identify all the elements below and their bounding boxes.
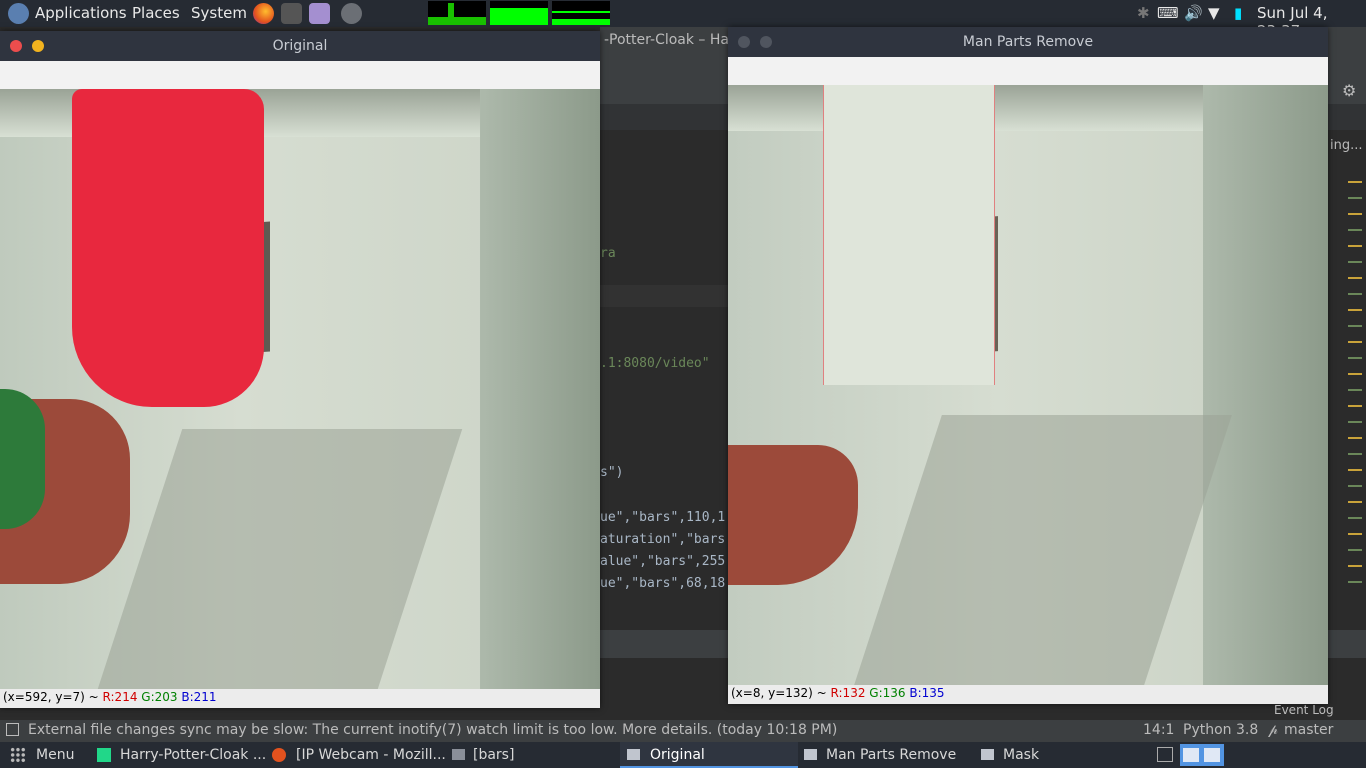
blue-value: B:135 xyxy=(909,686,945,700)
ide-scroll-markers xyxy=(1348,167,1362,587)
remove-pixel-status: (x=8, y=132) ~ R:132 G:136 B:135 xyxy=(728,685,1328,704)
arm xyxy=(728,445,858,585)
original-window: Original (x=592, y=7) ~ R:214 G:203 B:21… xyxy=(0,31,600,708)
code-line: ue","bars",110,1 xyxy=(600,510,726,525)
distro-logo-icon[interactable] xyxy=(8,3,29,24)
task-mask[interactable]: Mask xyxy=(1003,742,1039,768)
text-editor-icon[interactable] xyxy=(309,3,330,24)
top-panel: Applications Places System ✱ ⌨ 🔊 ▼ ▮ Sun… xyxy=(0,0,1366,40)
menu-button[interactable]: Menu xyxy=(36,742,74,768)
terminal-icon[interactable] xyxy=(281,3,302,24)
wifi-icon[interactable]: ▼ xyxy=(1208,4,1220,22)
minimize-button[interactable] xyxy=(32,40,44,52)
cpu-monitor-graph xyxy=(428,1,486,25)
green-value: G:136 xyxy=(869,686,906,700)
battery-icon[interactable]: ▮ xyxy=(1234,4,1242,22)
task-firefox[interactable]: [IP Webcam - Mozill... xyxy=(296,742,446,768)
close-button[interactable] xyxy=(10,40,22,52)
red-value: R:214 xyxy=(102,690,138,704)
code-line: aturation","bars xyxy=(600,532,726,547)
blue-value: B:211 xyxy=(181,690,217,704)
menu-grid-icon[interactable] xyxy=(10,747,26,763)
code-line: ue","bars",68,18 xyxy=(600,576,726,591)
close-button[interactable] xyxy=(738,36,750,48)
remove-camera-frame xyxy=(728,85,1328,685)
memory-monitor-graph xyxy=(490,1,548,25)
firefox-icon[interactable] xyxy=(253,3,274,24)
bluetooth-icon[interactable]: ✱ xyxy=(1137,4,1150,22)
task-man-parts-remove[interactable]: Man Parts Remove xyxy=(826,742,956,768)
pycharm-icon xyxy=(97,748,111,762)
event-log-label[interactable]: Event Log xyxy=(1274,703,1334,717)
branch-label[interactable]: master xyxy=(1284,722,1333,738)
red-value: R:132 xyxy=(830,686,866,700)
applications-menu[interactable]: Applications xyxy=(35,4,127,22)
interpreter-label[interactable]: Python 3.8 xyxy=(1183,722,1258,738)
pixel-coords: (x=8, y=132) ~ xyxy=(731,686,827,700)
settings-icon[interactable] xyxy=(341,3,362,24)
network-monitor-graph xyxy=(552,1,610,25)
system-menu[interactable]: System xyxy=(191,4,247,22)
remove-titlebar[interactable]: Man Parts Remove xyxy=(728,27,1328,57)
window-title: Original xyxy=(272,38,328,54)
firefox-task-icon xyxy=(272,748,286,762)
ide-title: -Potter-Cloak – Har xyxy=(604,32,735,48)
ide-status-bar: External file changes sync may be slow: … xyxy=(0,703,1366,742)
pixel-coords: (x=592, y=7) ~ xyxy=(3,690,99,704)
window-icon xyxy=(804,749,817,760)
green-sleeve xyxy=(0,389,45,529)
code-line: alue","bars",255 xyxy=(600,554,726,569)
window-icon xyxy=(627,749,640,760)
workspace-switcher[interactable] xyxy=(1180,744,1224,766)
man-parts-remove-window: Man Parts Remove (x=8, y=132) ~ R:132 G:… xyxy=(728,27,1328,704)
floor-shadow xyxy=(854,415,1232,685)
window-icon xyxy=(981,749,994,760)
volume-icon[interactable]: 🔊 xyxy=(1184,4,1203,22)
cursor-position[interactable]: 14:1 xyxy=(1143,722,1174,738)
floor-shadow xyxy=(97,429,463,689)
code-line: s") xyxy=(600,465,624,480)
branch-icon: 𝓅 xyxy=(1268,722,1278,738)
remove-toolbar xyxy=(728,57,1328,85)
right-wall xyxy=(480,89,600,689)
task-pycharm[interactable]: Harry-Potter-Cloak ... xyxy=(120,742,266,768)
task-bars[interactable]: [bars] xyxy=(473,742,514,768)
original-pixel-status: (x=592, y=7) ~ R:214 G:203 B:211 xyxy=(0,689,600,708)
keyboard-icon[interactable]: ⌨ xyxy=(1157,4,1179,22)
taskbar: Menu Harry-Potter-Cloak ... [IP Webcam -… xyxy=(0,742,1366,768)
task-original[interactable]: Original xyxy=(650,742,705,768)
code-line: ra xyxy=(600,246,616,261)
window-icon xyxy=(452,749,465,760)
ide-progress-label: ing... xyxy=(1330,138,1363,153)
original-toolbar xyxy=(0,61,600,89)
minimize-button[interactable] xyxy=(760,36,772,48)
original-titlebar[interactable]: Original xyxy=(0,31,600,61)
red-cloak xyxy=(72,89,264,407)
green-value: G:203 xyxy=(141,690,178,704)
task-original-active[interactable] xyxy=(620,742,798,768)
status-square-icon[interactable] xyxy=(6,723,19,736)
show-desktop-icon[interactable] xyxy=(1157,747,1173,762)
right-wall xyxy=(1203,85,1328,685)
ide-gear-icon[interactable]: ⚙ xyxy=(1342,81,1356,100)
window-title: Man Parts Remove xyxy=(962,34,1094,50)
status-message[interactable]: External file changes sync may be slow: … xyxy=(28,722,837,738)
original-camera-frame xyxy=(0,89,600,689)
code-line: .1:8080/video" xyxy=(600,356,710,371)
cloak-replaced-region xyxy=(823,85,995,385)
places-menu[interactable]: Places xyxy=(132,4,180,22)
